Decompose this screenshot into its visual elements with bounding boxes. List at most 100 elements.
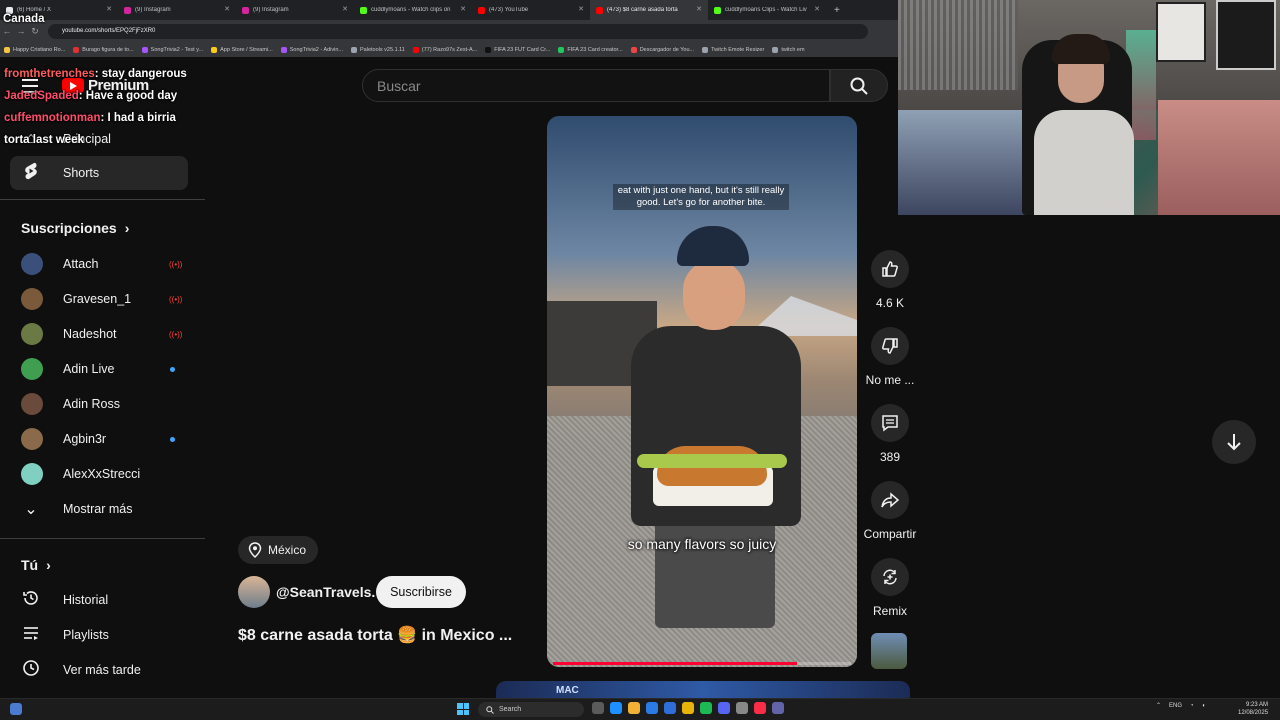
short-title[interactable]: $8 carne asada torta 🍔 in Mexico ... — [238, 625, 512, 645]
subscription-item[interactable]: Adin Live — [21, 354, 181, 384]
close-icon[interactable]: ✕ — [696, 5, 702, 13]
video-progress-bar[interactable] — [553, 662, 851, 665]
share-icon — [871, 481, 909, 519]
browser-tab[interactable]: cuddlymoans - Watch clips on ✕ — [354, 0, 472, 20]
widgets-icon[interactable] — [10, 703, 22, 715]
chevron-down-icon: ⌄ — [24, 501, 38, 518]
subscribe-button[interactable]: Suscribirse — [376, 576, 466, 608]
next-short-preview[interactable]: MAC — [496, 681, 910, 698]
discord-icon[interactable] — [718, 702, 730, 714]
chat-message: torta last week — [0, 129, 215, 151]
subscription-item[interactable]: Nadeshot ((•)) — [21, 319, 182, 349]
location-pin-icon — [248, 542, 262, 558]
history-icon — [21, 589, 41, 612]
bookmark-item[interactable]: SongTrivia2 - Adivin... — [280, 46, 343, 53]
subscription-item[interactable]: AlexXxStrecci — [21, 459, 181, 489]
sidebar-item-playlists[interactable]: Playlists — [10, 618, 188, 652]
new-tab-icon[interactable]: + — [826, 5, 840, 16]
subscription-name: Gravesen_1 — [63, 292, 132, 306]
bookmark-item[interactable]: SongTrivia2 - Test y... — [141, 46, 203, 53]
show-more-button[interactable]: ⌄ Mostrar más — [10, 492, 188, 526]
comments-button[interactable]: 389 — [862, 404, 918, 464]
taskbar-search[interactable]: Search — [478, 702, 584, 717]
sound-channel-thumbnail[interactable] — [871, 633, 907, 669]
subscription-item[interactable]: Agbin3r — [21, 424, 181, 454]
close-icon[interactable]: ✕ — [578, 5, 584, 13]
bookmark-item[interactable]: FIFA 23 Card creator... — [558, 46, 623, 53]
share-button[interactable]: Compartir — [862, 481, 918, 541]
channel-avatar[interactable] — [238, 576, 270, 608]
location-chip[interactable]: México — [238, 536, 319, 564]
channel-info[interactable]: @SeanTravels. — [238, 576, 375, 608]
bookmark-item[interactable]: Happy Cristiano Ro... — [4, 46, 66, 53]
bookmark-label: Twitch Emote Resizer — [711, 46, 765, 53]
subscription-item[interactable]: Adin Ross — [21, 389, 181, 419]
bookmark-item[interactable]: FIFA 23 FUT Card Cr... — [485, 46, 550, 53]
dislike-button[interactable]: No me ... — [862, 327, 918, 387]
settings-icon[interactable] — [736, 702, 748, 714]
thumbs-down-icon — [871, 327, 909, 365]
mail-icon[interactable] — [664, 702, 676, 714]
like-count: 4.6 K — [875, 296, 905, 310]
bookmark-label: Happy Cristiano Ro... — [13, 46, 66, 53]
sidebar-item-watch-later[interactable]: Ver más tarde — [10, 653, 188, 687]
bookmark-item[interactable]: Descargador de You... — [630, 46, 694, 53]
windows-taskbar: Search ⌃ ENG ◔ ◖ 9:23 AM 12/08/2025 — [0, 698, 1280, 720]
avatar — [21, 463, 43, 485]
start-button[interactable] — [457, 703, 469, 715]
chevron-right-icon: › — [124, 220, 130, 236]
comments-count: 389 — [879, 450, 901, 464]
remix-button[interactable]: Remix — [862, 558, 918, 618]
taskbar-clock[interactable]: 9:23 AM 12/08/2025 — [1238, 701, 1268, 717]
browser-tab[interactable]: (473) YouTube ✕ — [472, 0, 590, 20]
close-icon[interactable]: ✕ — [342, 5, 348, 13]
browser-tab[interactable]: (473) $8 carne asada torta ✕ — [590, 0, 708, 20]
edge-icon[interactable] — [610, 702, 622, 714]
bookmark-item[interactable]: App Store / Streami... — [211, 46, 273, 53]
search-input[interactable]: Buscar — [362, 69, 830, 102]
task-view-icon[interactable] — [592, 702, 604, 714]
close-icon[interactable]: ✕ — [814, 5, 820, 13]
like-button[interactable]: 4.6 K — [862, 250, 918, 310]
bookmark-favicon-icon — [73, 46, 80, 53]
chat-text: : stay dangerous — [94, 68, 187, 80]
bookmark-item[interactable]: Paletools v25.1.11 — [351, 46, 405, 53]
subscription-item[interactable]: Gravesen_1 ((•)) — [21, 284, 182, 314]
close-icon[interactable]: ✕ — [224, 5, 230, 13]
new-content-dot — [170, 436, 175, 442]
chat-message: JadedSpaded: Have a good day — [0, 85, 215, 107]
subscriptions-heading[interactable]: Suscripciones › — [21, 220, 129, 236]
store-icon[interactable] — [646, 702, 658, 714]
browser-tab[interactable]: cuddlymoans Clips - Watch Liv ✕ — [708, 0, 826, 20]
channel-name[interactable]: @SeanTravels. — [276, 584, 375, 600]
search-button[interactable] — [830, 69, 888, 102]
bookmark-item[interactable]: Twitch Emote Resizer — [702, 46, 765, 53]
next-short-button[interactable] — [1212, 420, 1256, 464]
subscription-item[interactable]: Attach ((•)) — [21, 249, 182, 279]
avatar — [21, 288, 43, 310]
language-indicator[interactable]: ENG — [1169, 703, 1182, 709]
volume-icon[interactable]: ◖ — [1202, 703, 1206, 709]
sidebar-item-label: Playlists — [63, 628, 109, 642]
file-explorer-icon[interactable] — [628, 702, 640, 714]
close-icon[interactable]: ✕ — [460, 5, 466, 13]
short-video-player[interactable]: eat with just one hand, but it's still r… — [547, 116, 857, 667]
wifi-icon[interactable]: ◔ — [1190, 703, 1194, 709]
bookmark-item[interactable]: Burago figura de to... — [73, 46, 134, 53]
avatar — [21, 253, 43, 275]
chevron-up-icon[interactable]: ⌃ — [1156, 702, 1161, 709]
bookmark-item[interactable]: (77) Razo97s Zest-A... — [412, 46, 477, 53]
spotify-icon[interactable] — [700, 702, 712, 714]
bookmark-item[interactable]: twitch em — [772, 46, 805, 53]
remix-label: Remix — [872, 604, 907, 618]
browser-tab[interactable]: (9) Instagram ✕ — [236, 0, 354, 20]
bookmark-label: Paletools v25.1.11 — [360, 46, 405, 53]
bookmark-favicon-icon — [4, 46, 10, 53]
tab-favicon-icon — [596, 6, 603, 14]
dislike-label: No me ... — [865, 373, 915, 387]
chrome-icon[interactable] — [682, 702, 694, 714]
teams-icon[interactable] — [772, 702, 784, 714]
you-heading[interactable]: Tú › — [21, 557, 51, 573]
music-icon[interactable] — [754, 702, 766, 714]
sidebar-item-history[interactable]: Historial — [10, 583, 188, 617]
